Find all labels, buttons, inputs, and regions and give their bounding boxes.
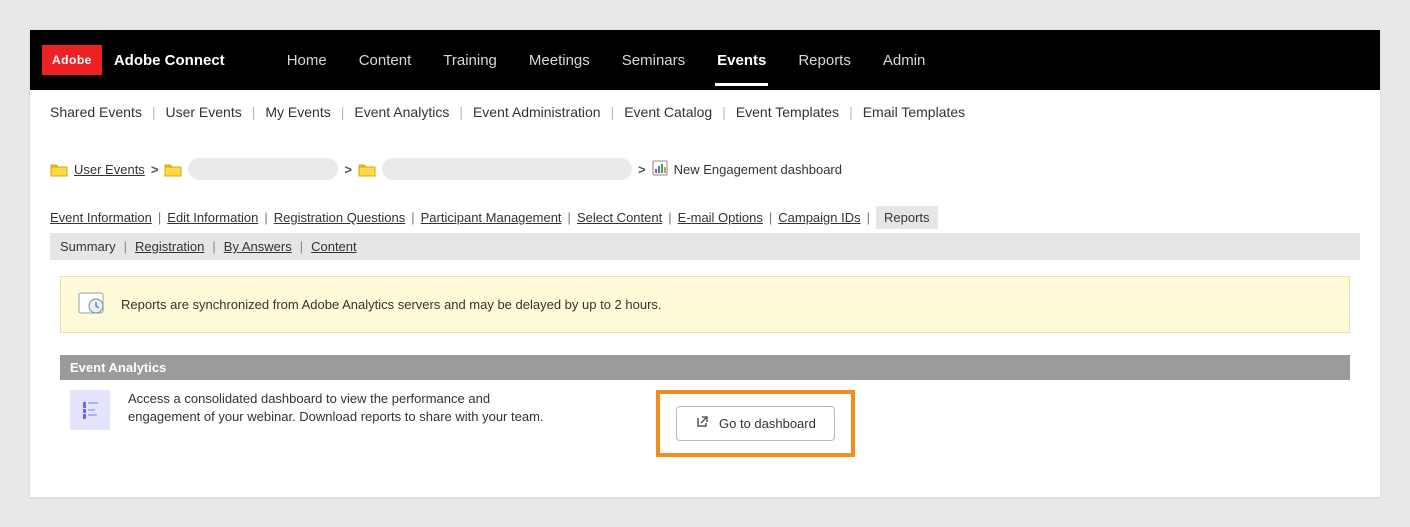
notice-text: Reports are synchronized from Adobe Anal… <box>121 297 662 312</box>
tab-email-options[interactable]: E-mail Options <box>678 210 763 225</box>
separator: | <box>668 210 671 225</box>
subtab-by-answers[interactable]: By Answers <box>224 239 292 254</box>
topnav-content[interactable]: Content <box>357 34 414 86</box>
cta-label: Go to dashboard <box>719 416 816 431</box>
tab-campaign-ids[interactable]: Campaign IDs <box>778 210 860 225</box>
clock-sync-icon <box>77 289 105 320</box>
section-body: Access a consolidated dashboard to view … <box>60 380 1350 467</box>
breadcrumb: User Events > > > New Engagement dashboa… <box>50 140 1360 206</box>
analytics-icon <box>70 390 110 430</box>
subtab-summary[interactable]: Summary <box>60 239 116 254</box>
report-subtabs: Summary | Registration | By Answers | Co… <box>50 233 1360 260</box>
app-window: Adobe Adobe Connect Home Content Trainin… <box>30 30 1380 497</box>
separator: | <box>459 104 463 120</box>
go-to-dashboard-button[interactable]: Go to dashboard <box>676 406 835 441</box>
product-name: Adobe Connect <box>114 52 225 69</box>
separator: | <box>264 210 267 225</box>
external-link-icon <box>695 415 709 432</box>
top-nav: Home Content Training Meetings Seminars … <box>285 34 928 86</box>
subnav-event-templates[interactable]: Event Templates <box>736 104 839 120</box>
separator: | <box>411 210 414 225</box>
breadcrumb-folder-redacted[interactable] <box>188 158 338 180</box>
separator: | <box>300 239 303 254</box>
separator: | <box>769 210 772 225</box>
folder-icon <box>50 162 68 177</box>
breadcrumb-leaf: New Engagement dashboard <box>674 162 842 177</box>
separator: | <box>212 239 215 254</box>
separator: | <box>611 104 615 120</box>
topnav-training[interactable]: Training <box>441 34 499 86</box>
adobe-logo: Adobe <box>42 45 102 75</box>
topnav-seminars[interactable]: Seminars <box>620 34 687 86</box>
subnav-event-catalog[interactable]: Event Catalog <box>624 104 712 120</box>
separator: | <box>341 104 345 120</box>
tab-reports[interactable]: Reports <box>876 206 938 229</box>
chevron-right-icon: > <box>344 162 352 177</box>
subnav-shared-events[interactable]: Shared Events <box>50 104 142 120</box>
subtab-content[interactable]: Content <box>311 239 357 254</box>
separator: | <box>124 239 127 254</box>
topnav-reports[interactable]: Reports <box>796 34 853 86</box>
subnav-event-analytics[interactable]: Event Analytics <box>354 104 449 120</box>
tab-edit-information[interactable]: Edit Information <box>167 210 258 225</box>
chevron-right-icon: > <box>151 162 159 177</box>
tab-registration-questions[interactable]: Registration Questions <box>274 210 406 225</box>
topnav-home[interactable]: Home <box>285 34 329 86</box>
top-bar: Adobe Adobe Connect Home Content Trainin… <box>30 30 1380 90</box>
folder-icon <box>164 162 182 177</box>
topnav-admin[interactable]: Admin <box>881 34 928 86</box>
folder-icon <box>358 162 376 177</box>
section-description: Access a consolidated dashboard to view … <box>128 390 558 426</box>
subnav-event-administration[interactable]: Event Administration <box>473 104 601 120</box>
chevron-right-icon: > <box>638 162 646 177</box>
separator: | <box>849 104 853 120</box>
separator: | <box>867 210 870 225</box>
separator: | <box>722 104 726 120</box>
topnav-meetings[interactable]: Meetings <box>527 34 592 86</box>
breadcrumb-event-redacted[interactable] <box>382 158 632 180</box>
detail-tabs: Event Information | Edit Information | R… <box>50 206 1360 233</box>
topnav-events[interactable]: Events <box>715 34 768 86</box>
separator: | <box>252 104 256 120</box>
subnav-my-events[interactable]: My Events <box>265 104 330 120</box>
tab-participant-management[interactable]: Participant Management <box>421 210 562 225</box>
subnav-email-templates[interactable]: Email Templates <box>863 104 965 120</box>
separator: | <box>152 104 156 120</box>
content-area: User Events > > > New Engagement dashboa… <box>30 134 1380 497</box>
breadcrumb-user-events[interactable]: User Events <box>74 162 145 177</box>
tab-event-information[interactable]: Event Information <box>50 210 152 225</box>
subtab-registration[interactable]: Registration <box>135 239 204 254</box>
separator: | <box>568 210 571 225</box>
tab-select-content[interactable]: Select Content <box>577 210 662 225</box>
dashboard-icon <box>652 160 668 179</box>
sub-nav: Shared Events | User Events | My Events | E… <box>30 90 1380 134</box>
cta-highlight: Go to dashboard <box>656 390 855 457</box>
separator: | <box>158 210 161 225</box>
sync-notice: Reports are synchronized from Adobe Anal… <box>60 276 1350 333</box>
section-title: Event Analytics <box>60 355 1350 380</box>
subnav-user-events[interactable]: User Events <box>165 104 241 120</box>
